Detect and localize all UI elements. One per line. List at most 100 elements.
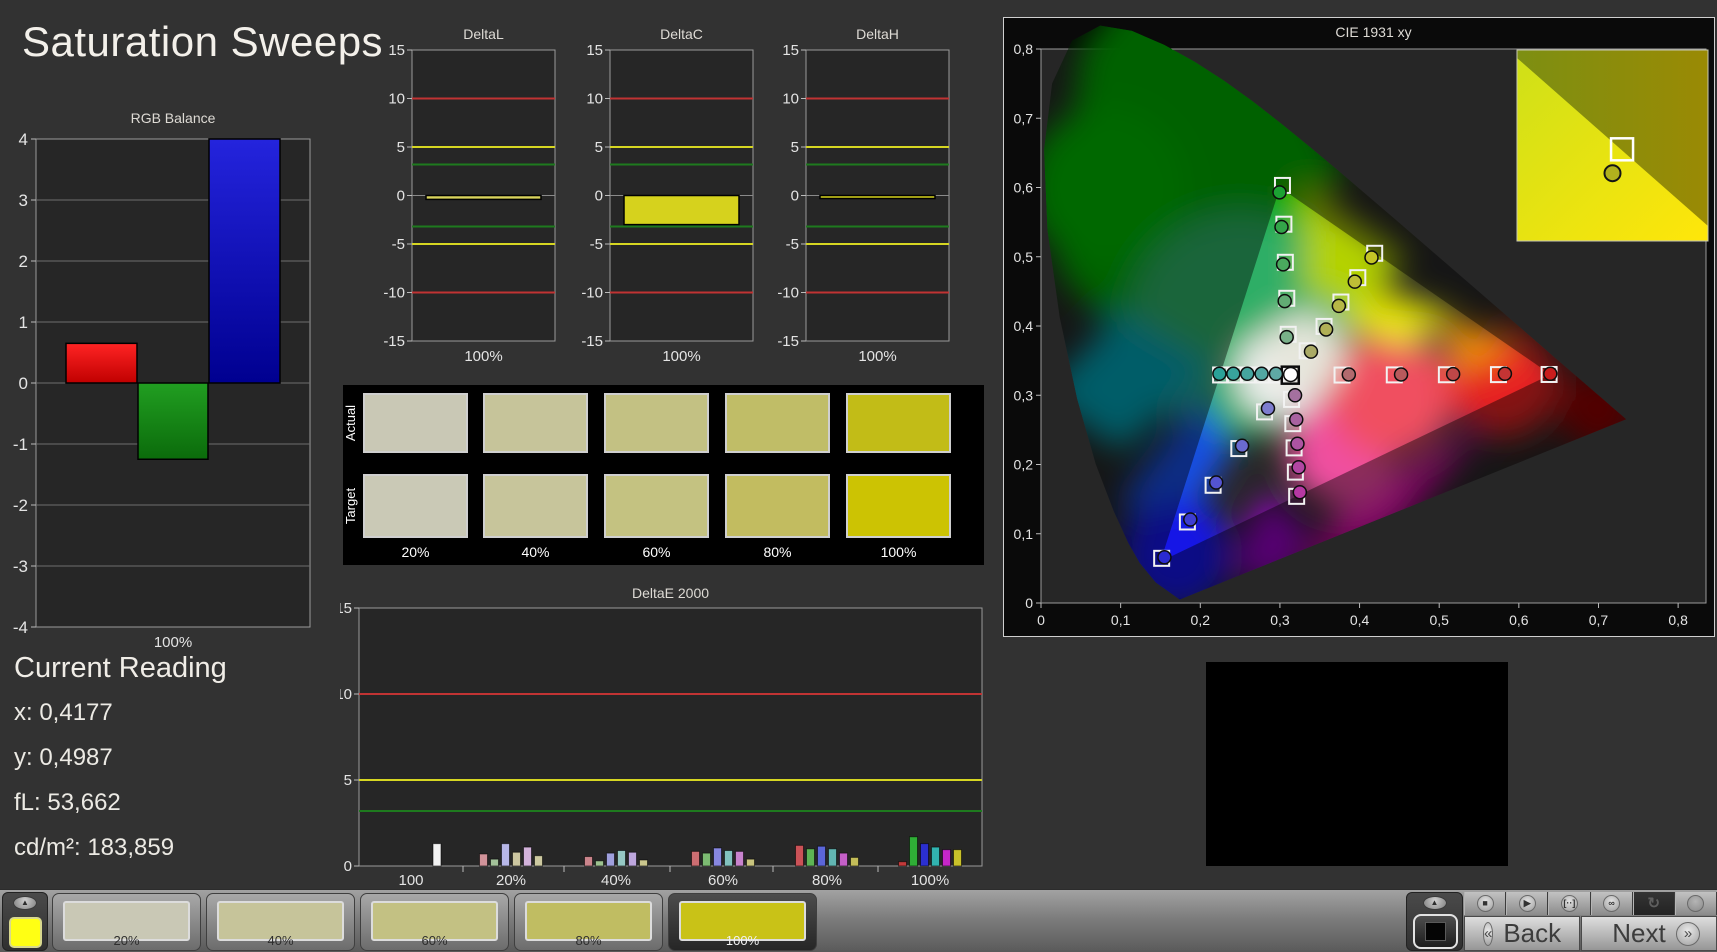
tick-label: 100% xyxy=(464,348,502,365)
tick-label: 3 xyxy=(19,191,28,210)
rgb-balance-chart: RGB Balance 4 3 2 1 0 -1 -2 -3 -4 100% xyxy=(0,108,330,656)
pattern-up-button[interactable]: ▲ xyxy=(1422,896,1447,910)
saturation-patch-20[interactable]: 20% xyxy=(52,893,201,951)
measured-point xyxy=(1290,436,1305,451)
tick-label: -5 xyxy=(590,236,603,253)
tick-label: -3 xyxy=(13,557,28,576)
blank-button[interactable] xyxy=(1674,892,1717,915)
inset-measured-point xyxy=(1603,164,1622,183)
stop-button[interactable]: ■ xyxy=(1464,892,1507,915)
sample-up-button[interactable]: ▲ xyxy=(13,896,37,910)
cie-1931-plot: 0 0,1 0,2 0,3 0,4 0,5 0,6 0,7 0,8 0 0,1 0,2 0,3 0,4 0,… xyxy=(1014,25,1709,628)
measured-point xyxy=(1318,322,1334,337)
swatch-cell xyxy=(604,393,709,453)
tick-label: 0,4 xyxy=(1014,318,1034,334)
back-button[interactable]: « Back xyxy=(1464,916,1580,951)
play-button[interactable]: ▶ xyxy=(1506,892,1549,915)
tick-label: 60% xyxy=(708,872,738,887)
tick-label: 100 xyxy=(398,872,423,887)
row-label: Actual xyxy=(343,405,358,441)
pattern-window-button[interactable] xyxy=(1413,914,1458,949)
next-button[interactable]: Next » xyxy=(1581,916,1717,951)
deltac-plot: 15 10 5 0 -5 -10 -15 100% xyxy=(581,42,754,365)
tick-label: 5 xyxy=(344,772,352,789)
measured-point xyxy=(1260,401,1276,416)
tick-label: 15 xyxy=(782,42,799,59)
next-label: Next xyxy=(1612,918,1666,948)
transport-controls: ■ ▶ [··] ∞ ↻ xyxy=(1464,892,1717,915)
tick-label: 100% xyxy=(858,348,896,365)
blank-icon xyxy=(1687,895,1705,912)
delta-bar xyxy=(623,194,740,226)
back-label: Back xyxy=(1503,918,1562,948)
tick-label: 4 xyxy=(19,130,28,149)
tick-label: -15 xyxy=(383,333,405,350)
deltae-bar xyxy=(534,855,543,867)
measured-point xyxy=(1240,366,1255,382)
tick-label: 20% xyxy=(401,544,429,560)
deltae2000-plot: 15105010020%40%60%80%100% xyxy=(340,600,983,887)
white-point xyxy=(1282,366,1299,383)
swatch-table: Actual Target 20% 40% 60% 80% 100% xyxy=(343,385,984,565)
deltae-bar xyxy=(490,858,499,867)
deltae-bar xyxy=(920,843,929,867)
tick-label: 0 xyxy=(19,374,28,393)
frame-dots-icon: [··] xyxy=(1560,895,1578,912)
tick-label: 0 xyxy=(791,188,799,205)
tick-label: 0,5 xyxy=(1014,249,1034,265)
swatch-cell xyxy=(604,474,709,538)
measured-point xyxy=(1341,367,1357,382)
loop-infinity-button[interactable]: ∞ xyxy=(1590,892,1633,915)
delta-bar xyxy=(819,194,936,200)
refresh-button[interactable]: ↻ xyxy=(1632,892,1675,915)
deltae-bar xyxy=(839,852,848,867)
reading-fl: fL: 53,662 xyxy=(14,789,121,816)
tick-label: 0 xyxy=(344,858,352,875)
deltae-bar xyxy=(806,848,815,867)
measured-point xyxy=(1212,366,1227,382)
measured-point xyxy=(1275,257,1291,272)
measured-point xyxy=(1291,460,1306,475)
measured-point xyxy=(1254,366,1269,382)
deltae-bar xyxy=(828,848,837,867)
saturation-patch-40[interactable]: 40% xyxy=(206,893,355,951)
saturation-patch-60[interactable]: 60% xyxy=(360,893,509,951)
deltae-bar xyxy=(479,853,488,867)
tick-label: 0,8 xyxy=(1668,612,1688,628)
tick-label: 0 xyxy=(1025,595,1033,611)
green-bar xyxy=(137,382,209,460)
window-pattern-icon xyxy=(1425,922,1446,941)
deltal-plot: 15 10 5 0 -5 -10 -15 100% xyxy=(383,42,556,365)
rgb-balance-plot: 4 3 2 1 0 -1 -2 -3 -4 100% xyxy=(13,130,311,651)
row-label: Target xyxy=(343,488,358,525)
deltae-bar xyxy=(909,836,918,867)
deltae-bar xyxy=(931,846,940,867)
measured-point xyxy=(1303,344,1319,359)
measured-point xyxy=(1279,329,1294,345)
deltae-bar xyxy=(702,852,711,867)
measured-point xyxy=(1272,185,1287,200)
deltae-bar xyxy=(512,851,521,867)
measured-point xyxy=(1226,366,1241,382)
measured-point xyxy=(1274,219,1289,235)
deltae-bar xyxy=(898,861,907,867)
patch-label: 80% xyxy=(575,933,602,948)
frame-dots-button[interactable]: [··] xyxy=(1548,892,1591,915)
tick-label: -10 xyxy=(581,285,603,302)
deltae2000-chart: DeltaE 2000 15105010020%40%60%80%100% xyxy=(340,585,1000,887)
tick-label: 0,4 xyxy=(1350,612,1370,628)
chart-title: DeltaC xyxy=(660,26,703,42)
swatch-cell xyxy=(846,474,951,538)
deltae-bar xyxy=(432,843,442,867)
tick-label: 0 xyxy=(1037,612,1045,628)
swatch-cell xyxy=(363,474,468,538)
reading-y: y: 0,4987 xyxy=(14,744,113,771)
tick-label: 0,7 xyxy=(1014,110,1034,126)
tick-label: -5 xyxy=(392,236,405,253)
tick-label: 0,7 xyxy=(1589,612,1609,628)
tick-label: 0,2 xyxy=(1191,612,1211,628)
chart-title: DeltaL xyxy=(463,26,504,42)
saturation-patch-80[interactable]: 80% xyxy=(514,893,663,951)
plot-area xyxy=(358,607,983,867)
saturation-patch-100[interactable]: 100% xyxy=(668,893,817,951)
